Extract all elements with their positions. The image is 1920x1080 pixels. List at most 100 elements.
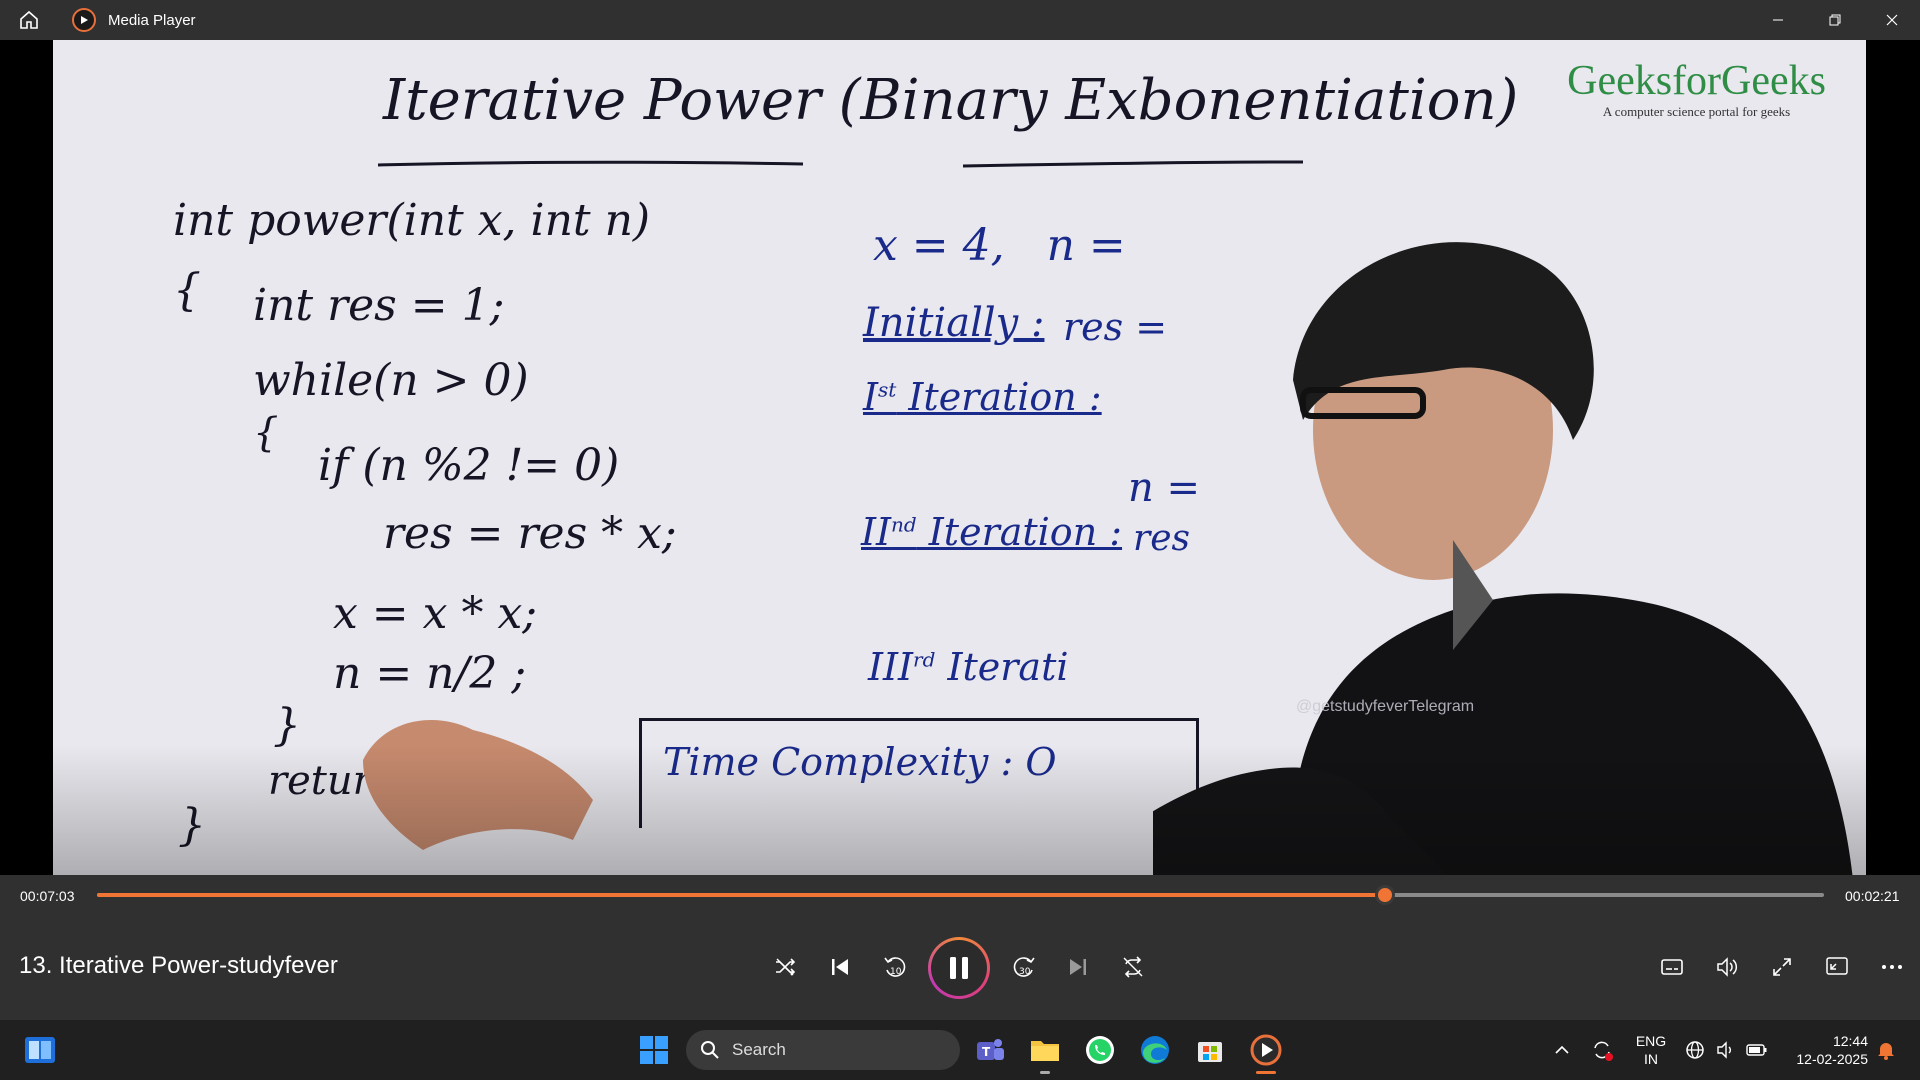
current-time: 00:07:03 bbox=[20, 888, 75, 904]
clock-date: 12-02-2025 bbox=[1796, 1051, 1868, 1067]
code-line: } bbox=[273, 700, 301, 751]
volume-icon bbox=[1717, 957, 1738, 977]
svg-text:10: 10 bbox=[890, 967, 902, 977]
edge-taskbar-app[interactable] bbox=[1133, 1028, 1177, 1072]
language-indicator[interactable]: ENG IN bbox=[1628, 1032, 1674, 1068]
seek-bar[interactable] bbox=[97, 885, 1824, 905]
previous-button[interactable] bbox=[818, 945, 862, 989]
iteration-1-label: Ist Iteration : bbox=[863, 375, 1102, 419]
file-explorer-taskbar-app[interactable] bbox=[1023, 1028, 1067, 1072]
presenter-image bbox=[1153, 242, 1853, 875]
complexity-box bbox=[639, 718, 1199, 828]
close-button[interactable] bbox=[1863, 0, 1920, 40]
store-icon bbox=[1198, 1042, 1222, 1062]
file-explorer-indicator bbox=[1040, 1071, 1050, 1074]
minimize-icon bbox=[1772, 19, 1783, 21]
repeat-button[interactable] bbox=[1111, 945, 1155, 989]
show-hidden-icons[interactable] bbox=[1540, 1028, 1584, 1072]
given-values: x = 4, n = bbox=[873, 220, 1126, 271]
restore-button[interactable] bbox=[1806, 0, 1863, 40]
code-line: x = x * x; bbox=[333, 588, 538, 639]
pause-button[interactable] bbox=[928, 937, 990, 999]
widgets-icon bbox=[25, 1037, 55, 1063]
video-frame[interactable]: Iterative Power (Binary Exbonentiation) … bbox=[53, 40, 1866, 875]
notifications-button[interactable] bbox=[1866, 1028, 1906, 1072]
time-complexity: Time Complexity : O bbox=[663, 740, 1057, 784]
code-line: while(n > 0) bbox=[253, 355, 529, 406]
iteration-3-label: IIIrd Iterati bbox=[868, 645, 1069, 689]
restore-icon bbox=[1829, 14, 1840, 26]
windows-icon bbox=[640, 1036, 668, 1064]
teams-icon: T bbox=[977, 1039, 1004, 1060]
globe-icon bbox=[1686, 1041, 1704, 1059]
code-line: } bbox=[178, 800, 206, 851]
sync-icon bbox=[1594, 1041, 1613, 1061]
home-button[interactable] bbox=[0, 0, 58, 40]
video-title: 13. Iterative Power-studyfever bbox=[19, 952, 338, 979]
start-button[interactable] bbox=[632, 1028, 676, 1072]
speaker-icon bbox=[1717, 1041, 1731, 1059]
geeksforgeeks-logo: GeeksforGeeks A computer science portal … bbox=[1567, 58, 1826, 119]
media-player-indicator bbox=[1256, 1071, 1276, 1074]
whatsapp-icon bbox=[1086, 1036, 1114, 1064]
more-icon bbox=[1882, 965, 1902, 969]
home-icon bbox=[20, 10, 38, 29]
svg-text:T: T bbox=[982, 1045, 991, 1059]
clock[interactable]: 12:44 12-02-2025 bbox=[1778, 1032, 1868, 1068]
app-title: Media Player bbox=[108, 11, 196, 29]
widgets-button[interactable] bbox=[18, 1028, 62, 1072]
iteration-2-label: IInd Iteration : bbox=[861, 510, 1123, 554]
battery-status[interactable] bbox=[1737, 1028, 1777, 1072]
bell-icon bbox=[1878, 1043, 1894, 1060]
code-line: int res = 1; bbox=[253, 280, 505, 331]
code-line: return bbox=[268, 758, 398, 804]
fullscreen-icon bbox=[1773, 958, 1791, 976]
media-player-icon bbox=[72, 8, 96, 32]
close-icon bbox=[1886, 14, 1897, 26]
rewind-10-icon: 10 bbox=[884, 957, 906, 977]
title-bar: Media Player bbox=[0, 0, 1920, 40]
watermark: @getstudyfeverTelegram bbox=[1296, 698, 1475, 715]
code-line: { bbox=[173, 265, 201, 316]
shuffle-off-icon bbox=[776, 958, 796, 976]
seek-progress bbox=[97, 893, 1386, 897]
fullscreen-button[interactable] bbox=[1760, 945, 1804, 989]
sync-status[interactable] bbox=[1580, 1028, 1624, 1072]
forward-30-button[interactable]: 30 bbox=[1002, 945, 1046, 989]
clock-time: 12:44 bbox=[1832, 1033, 1868, 1049]
repeat-off-icon bbox=[1123, 956, 1143, 978]
forward-30-icon: 30 bbox=[1013, 957, 1035, 977]
subtitles-icon bbox=[1661, 959, 1683, 975]
rewind-10-button[interactable]: 10 bbox=[873, 945, 917, 989]
media-player-taskbar-app[interactable] bbox=[1244, 1028, 1288, 1072]
mini-player-button[interactable] bbox=[1815, 945, 1859, 989]
initially-value: res = bbox=[1063, 305, 1168, 349]
folder-icon bbox=[1031, 1041, 1059, 1061]
search-label: Search bbox=[732, 1040, 786, 1059]
code-line: { bbox=[253, 410, 279, 456]
code-line: if (n %2 != 0) bbox=[318, 440, 620, 491]
presenter-hand bbox=[363, 720, 593, 850]
subtitles-button[interactable] bbox=[1650, 945, 1694, 989]
battery-icon bbox=[1746, 1044, 1767, 1056]
next-icon bbox=[1070, 959, 1086, 975]
volume-button[interactable] bbox=[1705, 945, 1749, 989]
taskbar-search[interactable]: Search bbox=[686, 1030, 960, 1070]
shuffle-button[interactable] bbox=[763, 945, 807, 989]
initially-label: Initially : bbox=[863, 300, 1045, 346]
board-title: Iterative Power (Binary Exbonentiation) bbox=[383, 68, 1519, 133]
previous-icon bbox=[832, 959, 848, 975]
chevron-up-icon bbox=[1555, 1045, 1569, 1054]
teams-taskbar-app[interactable]: T bbox=[968, 1028, 1012, 1072]
remaining-time: 00:02:21 bbox=[1845, 888, 1900, 904]
pause-icon bbox=[950, 957, 968, 979]
code-line: int power(int x, int n) bbox=[173, 195, 651, 246]
edge-icon bbox=[1141, 1036, 1169, 1064]
whatsapp-taskbar-app[interactable] bbox=[1078, 1028, 1122, 1072]
next-button[interactable] bbox=[1056, 945, 1100, 989]
more-options-button[interactable] bbox=[1870, 945, 1914, 989]
svg-text:30: 30 bbox=[1019, 967, 1031, 977]
code-line: res = res * x; bbox=[383, 508, 677, 559]
store-taskbar-app[interactable] bbox=[1188, 1028, 1232, 1072]
minimize-button[interactable] bbox=[1749, 0, 1806, 40]
